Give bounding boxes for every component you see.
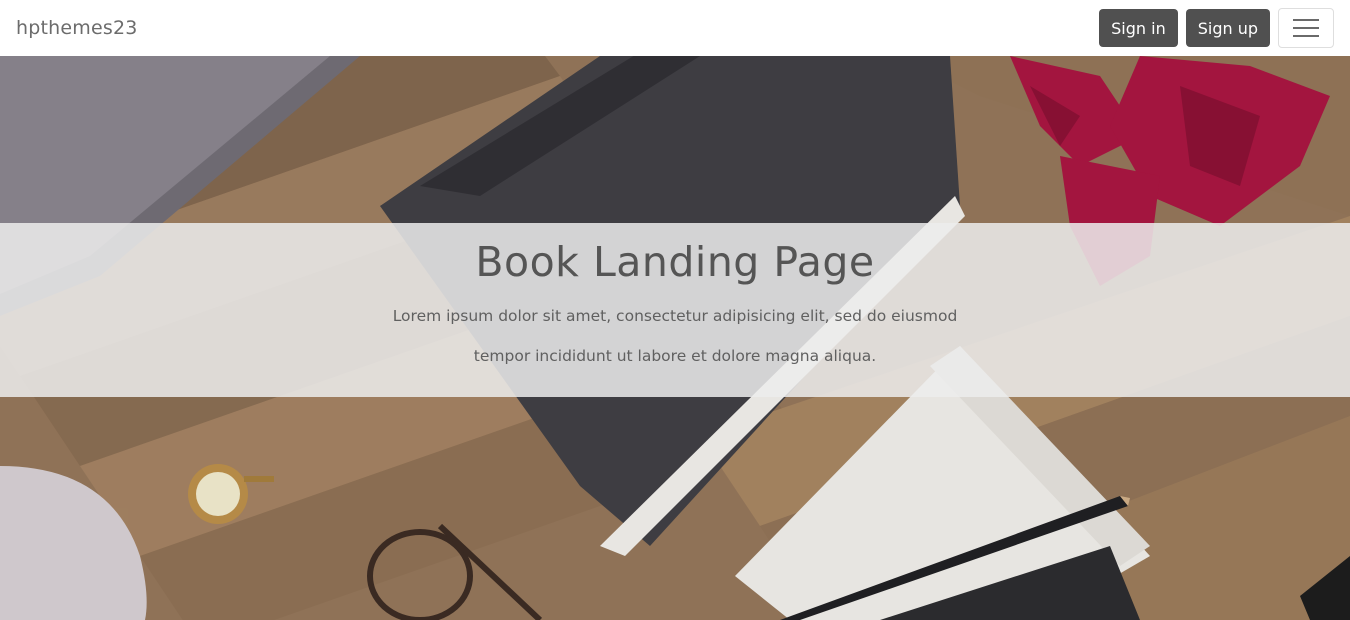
navbar: hpthemes23 Sign in Sign up: [0, 0, 1350, 56]
nav-actions: Sign in Sign up: [1099, 8, 1334, 48]
hamburger-menu-icon: [1293, 19, 1319, 37]
hero-description: Lorem ipsum dolor sit amet, consectetur …: [392, 307, 958, 365]
brand-logo[interactable]: hpthemes23: [16, 17, 138, 39]
hero-section: Book Landing Page Lorem ipsum dolor sit …: [0, 56, 1350, 620]
navbar-toggler-button[interactable]: [1278, 8, 1334, 48]
hero-title: Book Landing Page: [475, 238, 875, 286]
sign-in-button[interactable]: Sign in: [1099, 9, 1178, 47]
hero-banner: Book Landing Page Lorem ipsum dolor sit …: [0, 223, 1350, 397]
sign-up-button[interactable]: Sign up: [1185, 9, 1270, 47]
